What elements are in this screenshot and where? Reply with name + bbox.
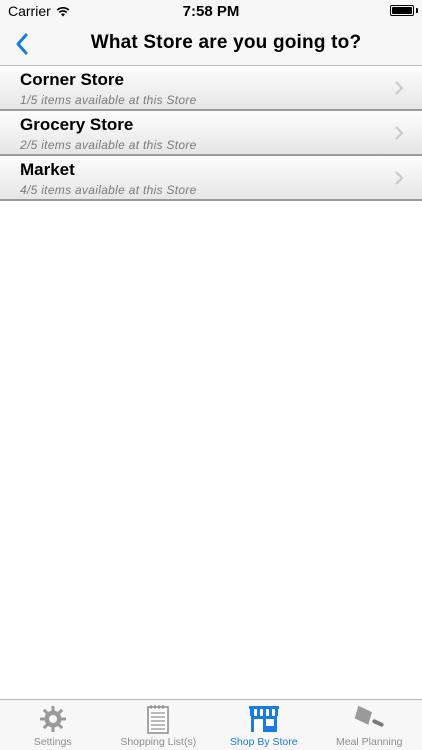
tab-meal-planning[interactable]: Meal Planning bbox=[317, 700, 422, 750]
tab-label: Meal Planning bbox=[335, 736, 403, 748]
tab-bar: Settings Shopping List(s) Shop By Store … bbox=[0, 699, 422, 750]
store-name: Corner Store bbox=[20, 70, 124, 89]
tab-label: Shop By Store bbox=[229, 736, 298, 748]
battery-fill bbox=[392, 7, 412, 14]
store-row-market[interactable]: Market 4/5 items available at this Store bbox=[0, 156, 422, 201]
store-name: Grocery Store bbox=[20, 115, 134, 134]
tab-shop-by-store[interactable]: Shop By Store bbox=[211, 700, 317, 750]
status-bar: Carrier 7:58 PM bbox=[0, 0, 422, 22]
cleaver-icon bbox=[354, 705, 384, 727]
store-availability: 4/5 items available at this Store bbox=[20, 183, 197, 197]
page-title: What Store are you going to? bbox=[90, 32, 362, 53]
gear-icon bbox=[39, 706, 66, 732]
chevron-right-icon bbox=[395, 126, 404, 140]
back-button[interactable] bbox=[8, 30, 36, 58]
store-availability: 1/5 items available at this Store bbox=[20, 93, 197, 107]
storefront-icon bbox=[248, 706, 279, 732]
battery-icon bbox=[390, 5, 414, 16]
chevron-right-icon bbox=[395, 171, 404, 185]
tab-shopping-lists[interactable]: Shopping List(s) bbox=[106, 700, 212, 750]
store-name: Market bbox=[20, 160, 75, 179]
status-time: 7:58 PM bbox=[182, 3, 240, 20]
tab-settings[interactable]: Settings bbox=[0, 700, 106, 750]
store-row-corner-store[interactable]: Corner Store 1/5 items available at this… bbox=[0, 66, 422, 111]
notepad-icon bbox=[147, 705, 169, 734]
chevron-right-icon bbox=[395, 81, 404, 95]
tab-label: Shopping List(s) bbox=[120, 736, 197, 748]
store-availability: 2/5 items available at this Store bbox=[20, 138, 197, 152]
battery-cap bbox=[416, 8, 418, 13]
navigation-bar: What Store are you going to? bbox=[0, 22, 422, 66]
chevron-left-icon bbox=[16, 33, 28, 55]
store-row-grocery-store[interactable]: Grocery Store 2/5 items available at thi… bbox=[0, 111, 422, 156]
store-list: Corner Store 1/5 items available at this… bbox=[0, 66, 422, 201]
tab-label: Settings bbox=[33, 736, 72, 748]
